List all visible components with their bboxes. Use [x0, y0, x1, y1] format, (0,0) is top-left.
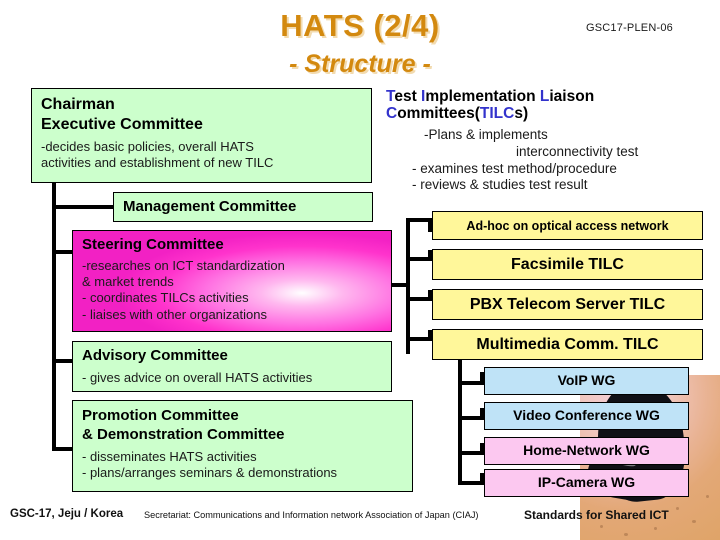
management-committee-heading: Management Committee: [123, 198, 297, 215]
tilc-heading-line2: Committees(TILCs): [386, 105, 716, 122]
connector-branch-advisory: [52, 359, 74, 363]
steering-bullet-4: - liaises with other organizations: [82, 306, 267, 322]
tilc-bullet-1: -Plans & implements: [424, 126, 548, 142]
tilc-heading-segment: C: [386, 105, 398, 123]
footer-secretariat: Secretariat: Communications and Informat…: [144, 510, 479, 520]
steering-committee-heading: Steering Committee: [82, 236, 224, 253]
wg-box-label: VoIP WG: [557, 372, 616, 389]
footer-right: Standards for Shared ICT: [524, 508, 669, 522]
slide-canvas: HATS (2/4) - Structure - GSC17-PLEN-06 C…: [0, 0, 720, 540]
tilc-heading-block: Test Implementation Liaison Committees(T…: [386, 88, 716, 193]
tilc-heading-segment: TILC: [479, 105, 515, 123]
chairman-bullet-2: activities and establishment of new TILC: [41, 155, 274, 171]
steering-bullet-1: -researches on ICT standardization: [82, 257, 285, 273]
wg-box-ip-camera[interactable]: IP-Camera WG: [484, 469, 689, 497]
advisory-bullet-1: - gives advice on overall HATS activitie…: [82, 369, 313, 385]
footer-left: GSC-17, Jeju / Korea: [10, 508, 124, 520]
connector-trunk-left: [52, 183, 56, 451]
tilc-box-facsimile[interactable]: Facsimile TILC: [432, 249, 703, 280]
chairman-executive-committee-box[interactable]: Chairman Executive Committee -decides ba…: [31, 88, 372, 183]
steering-bullet-2: & market trends: [82, 274, 174, 290]
wg-box-video-conference[interactable]: Video Conference WG: [484, 402, 689, 430]
connector-branch-management: [52, 205, 114, 209]
chairman-heading-line2: Executive Committee: [41, 115, 203, 133]
advisory-committee-heading: Advisory Committee: [82, 347, 228, 364]
tilc-box-label: Multimedia Comm. TILC: [476, 335, 659, 353]
sand-speck: [706, 495, 709, 498]
tilc-bullet-2: interconnectivity test: [516, 143, 639, 159]
document-code: GSC17-PLEN-06: [586, 22, 673, 34]
tilc-heading-segment: est: [394, 88, 422, 105]
tilc-box-adhoc-optical-access-network[interactable]: Ad-hoc on optical access network: [432, 211, 703, 240]
connector-branch-steering: [52, 250, 74, 254]
sand-speck: [624, 533, 628, 536]
steering-committee-box[interactable]: Steering Committee -researches on ICT st…: [72, 230, 392, 332]
promotion-demonstration-committee-box[interactable]: Promotion Committee & Demonstration Comm…: [72, 400, 413, 492]
sand-speck: [676, 507, 679, 510]
wg-box-label: IP-Camera WG: [537, 474, 636, 491]
tilc-heading-segment: mplementation: [425, 88, 540, 105]
steering-bullet-3: - coordinates TILCs activities: [82, 290, 249, 306]
sand-speck: [600, 525, 603, 528]
promotion-heading-line2: & Demonstration Committee: [82, 425, 285, 443]
tilc-heading-segment: ommittees(: [397, 105, 480, 123]
wg-box-label: Home-Network WG: [523, 442, 650, 459]
tilc-box-label: PBX Telecom Server TILC: [469, 295, 666, 313]
tilc-bullet-3: - examines test method/procedure: [412, 160, 617, 176]
management-committee-box[interactable]: Management Committee: [113, 192, 373, 222]
tilc-heading-segment: s): [514, 105, 529, 123]
tilc-heading-segment: L: [539, 88, 550, 105]
promotion-bullet-1: - disseminates HATS activities: [82, 448, 257, 464]
advisory-committee-box[interactable]: Advisory Committee - gives advice on ove…: [72, 341, 392, 392]
wg-box-voip[interactable]: VoIP WG: [484, 367, 689, 395]
tilc-box-label: Facsimile TILC: [511, 255, 624, 273]
wg-box-home-network[interactable]: Home-Network WG: [484, 437, 689, 465]
tilc-box-pbx-telecom-server[interactable]: PBX Telecom Server TILC: [432, 289, 703, 320]
chairman-bullet-1: -decides basic policies, overall HATS: [41, 138, 254, 154]
tilc-box-multimedia-comm[interactable]: Multimedia Comm. TILC: [432, 329, 703, 360]
sand-speck: [692, 520, 696, 523]
connector-trunk-tilc: [406, 218, 410, 354]
slide-subtitle: - Structure -: [289, 50, 431, 78]
promotion-heading-line1: Promotion Committee: [82, 407, 239, 424]
sand-speck: [654, 527, 657, 530]
tilc-heading-segment: iaison: [549, 88, 595, 105]
wg-box-label: Video Conference WG: [513, 407, 660, 424]
connector-branch-promotion: [52, 447, 74, 451]
chairman-heading-line1: Chairman: [41, 96, 115, 113]
tilc-bullet-4: - reviews & studies test result: [412, 177, 588, 193]
tilc-heading-line1: Test Implementation Liaison: [386, 88, 716, 105]
tilc-box-label: Ad-hoc on optical access network: [466, 218, 669, 233]
promotion-bullet-2: - plans/arranges seminars & demonstratio…: [82, 464, 338, 480]
connector-trunk-wg: [458, 370, 462, 485]
